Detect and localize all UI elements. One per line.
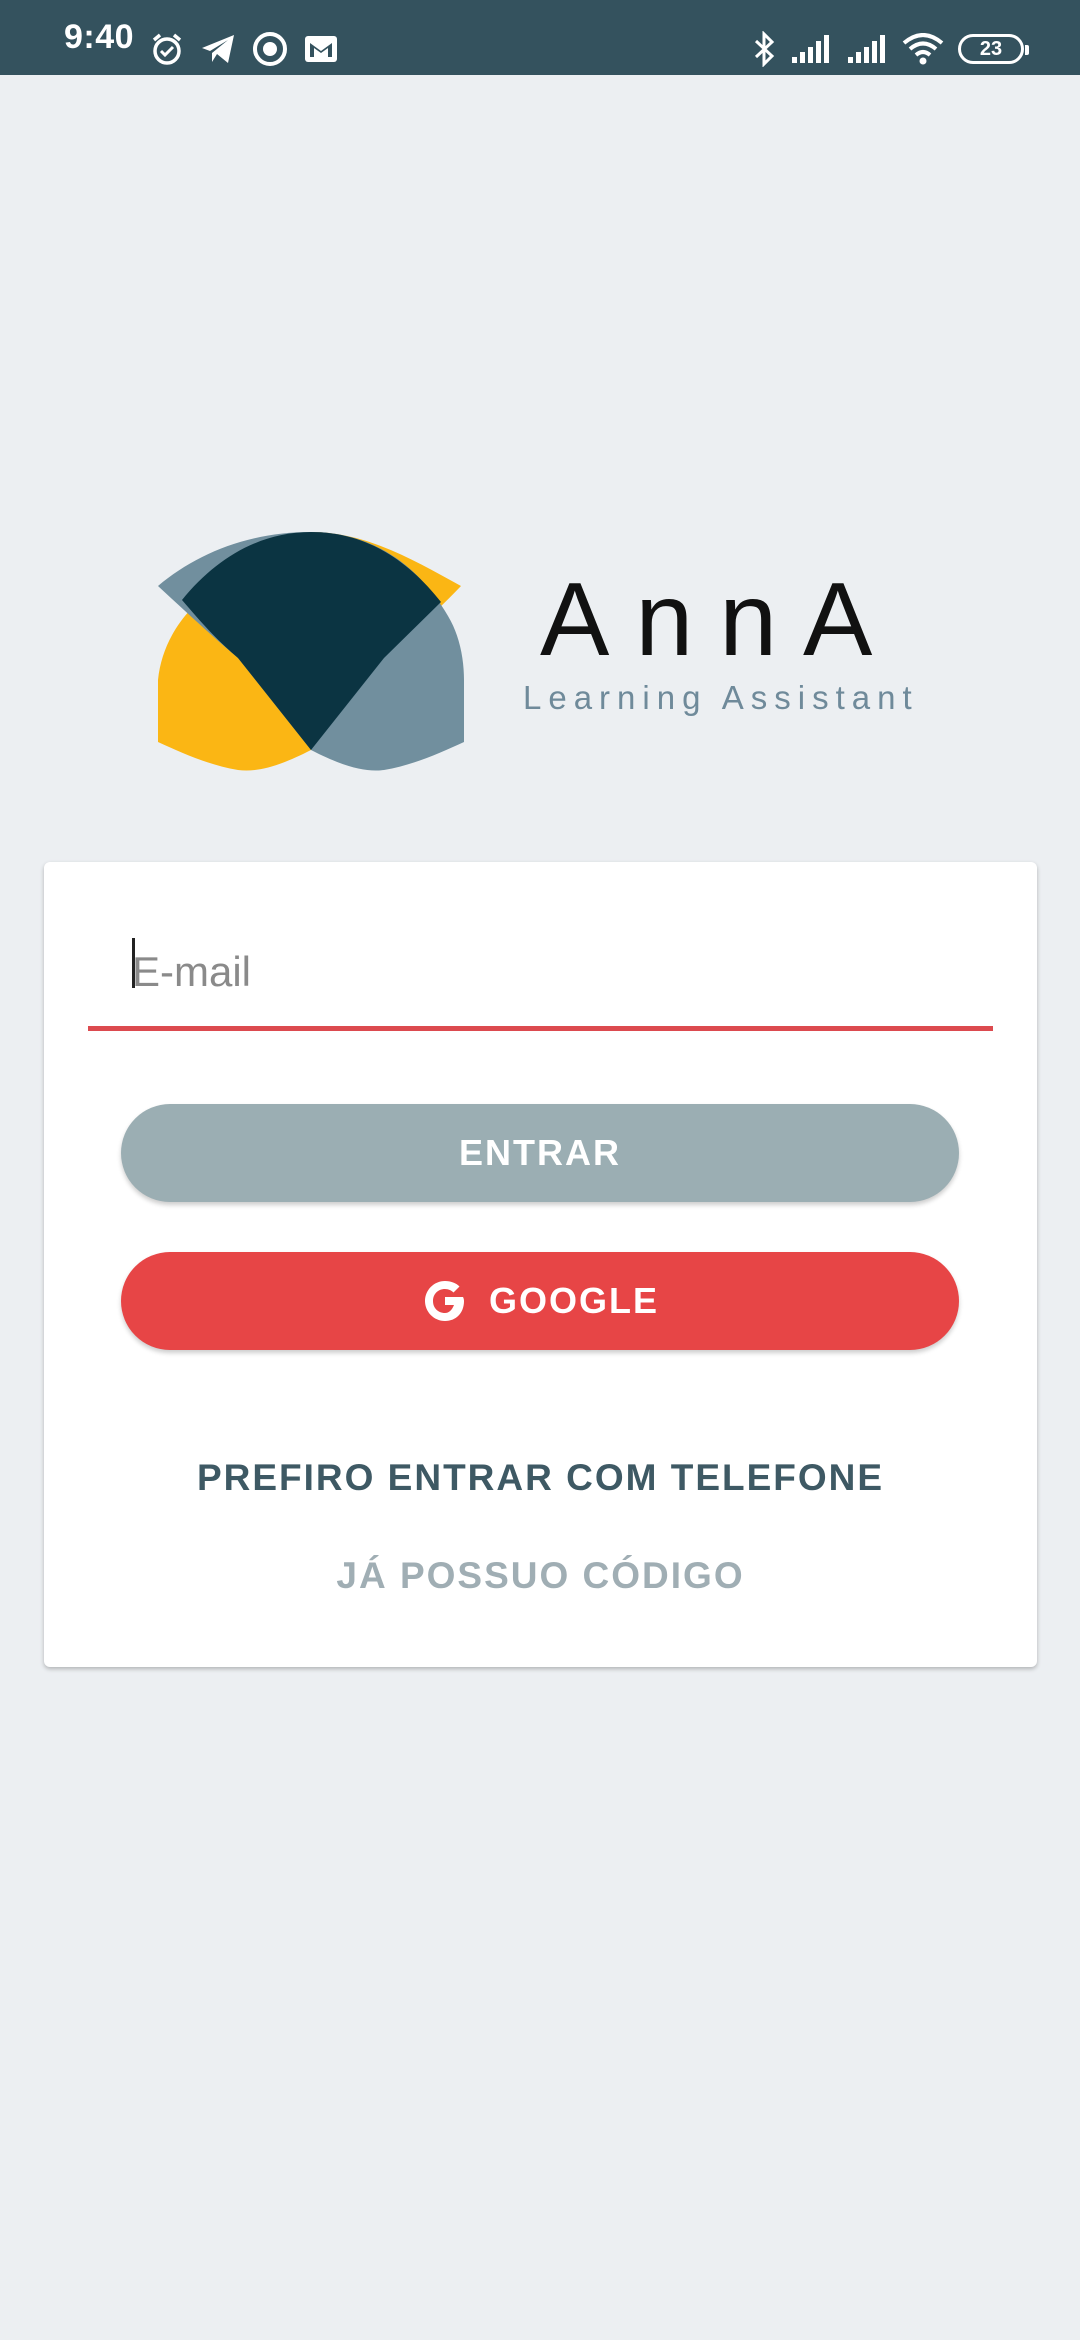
brand-tagline: Learning Assistant (523, 679, 919, 716)
telegram-icon (200, 33, 236, 65)
google-button[interactable]: GOOGLE (121, 1252, 959, 1350)
google-icon (421, 1277, 469, 1325)
gmail-icon (304, 35, 338, 63)
anna-logo (158, 532, 464, 771)
email-input[interactable] (88, 922, 993, 1022)
login-card: ENTRAR GOOGLE PREFIRO ENTRAR COM TELEFON… (44, 862, 1037, 1667)
entrar-button-label: ENTRAR (459, 1132, 621, 1173)
brand-name: AnnA (540, 562, 899, 678)
battery-icon: 23 (958, 34, 1029, 64)
status-bar: 9:40 23 (0, 0, 1080, 75)
text-cursor (132, 938, 135, 988)
phone-login-link[interactable]: PREFIRO ENTRAR COM TELEFONE (44, 1456, 1037, 1500)
status-time: 9:40 (64, 18, 135, 56)
google-button-label: GOOGLE (488, 1280, 659, 1321)
email-underline (88, 1026, 993, 1031)
signal-icon (846, 33, 888, 65)
status-right-icons: 23 (752, 26, 1029, 72)
entrar-button[interactable]: ENTRAR (121, 1104, 959, 1202)
have-code-link[interactable]: JÁ POSSUO CÓDIGO (44, 1554, 1037, 1598)
alarm-icon (150, 32, 184, 66)
email-field-container (88, 922, 993, 1032)
battery-level: 23 (979, 38, 1003, 60)
bluetooth-icon (752, 31, 776, 67)
signal-icon (790, 33, 832, 65)
circle-app-icon (252, 31, 288, 67)
wifi-icon (902, 33, 944, 65)
status-left-icons (150, 26, 338, 72)
